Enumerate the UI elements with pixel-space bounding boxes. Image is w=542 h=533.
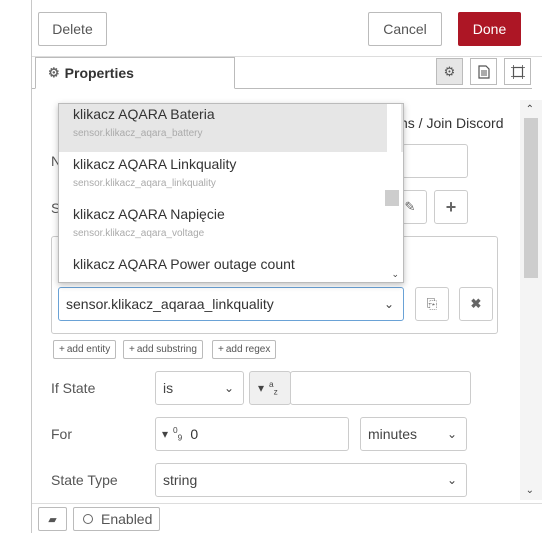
plus-icon: + [59,344,65,355]
circle-icon [83,514,93,524]
scroll-up-icon[interactable]: ⌃ [526,104,534,115]
for-type-toggle[interactable]: ▾ 09 [156,418,188,450]
tab-description[interactable] [470,58,497,85]
entity-autocomplete-dropdown[interactable]: klikacz AQARA Bateria sensor.klikacz_aqa… [58,103,404,283]
entity-id: sensor.klikacz_aqara_linkquality [73,178,216,189]
list-item[interactable]: klikacz AQARA Linkquality sensor.klikacz… [59,152,403,202]
if-state-type-toggle[interactable]: ▾ az [249,371,291,405]
delete-button[interactable]: Delete [38,12,107,46]
plus-icon: + [129,344,135,355]
scrollbar-thumb[interactable] [524,118,538,278]
for-label: For [51,426,72,442]
tab-properties[interactable]: ⚙ Properties [35,57,235,89]
entity-name: klikacz AQARA Bateria [73,106,215,122]
state-type-label: State Type [51,472,118,488]
chevron-down-icon: ⌄ [383,297,394,311]
tab-settings-gear[interactable]: ⚙ [436,58,463,85]
entity-select[interactable]: sensor.klikacz_aqaraa_linkquality ⌄ [58,287,404,321]
add-entity-button[interactable]: + add entity [53,340,117,359]
for-unit-select[interactable]: minutes ⌄ [360,417,467,451]
scroll-down-icon[interactable]: ⌄ [526,485,534,496]
add-server-button[interactable]: + [434,190,468,224]
for-unit-value: minutes [368,426,418,442]
tab-appearance[interactable] [504,58,531,85]
for-value: 0 [190,426,199,442]
add-substring-button[interactable]: + add substring [123,340,203,359]
pencil-icon: ✎ [404,199,416,214]
string-type-icon: az [269,379,278,397]
copy-icon: ⎘ [426,296,438,311]
state-type-value: string [163,472,198,488]
list-item[interactable]: klikacz AQARA Power outage count [59,252,403,282]
remove-entity-button[interactable]: ✖ [459,287,493,321]
chevron-down-icon: ⌄ [446,473,457,487]
book-icon: ▰ [48,513,57,526]
entity-value: sensor.klikacz_aqaraa_linkquality [66,296,274,312]
caret-down-icon: ▾ [162,427,169,441]
enabled-toggle[interactable]: Enabled [73,507,160,531]
frame-icon [510,64,525,79]
tab-properties-label: Properties [64,65,134,81]
close-icon: ✖ [470,296,482,311]
list-item[interactable]: klikacz AQARA Napięcie sensor.klikacz_aq… [59,202,403,252]
entity-name: klikacz AQARA Napięcie [73,206,225,222]
entity-name: klikacz AQARA Linkquality [73,156,237,172]
entity-name: klikacz AQARA Power outage count [73,256,295,272]
copy-entity-button[interactable]: ⎘ [415,287,449,321]
cancel-button[interactable]: Cancel [368,12,442,46]
add-regex-button[interactable]: + add regex [212,340,277,359]
dropdown-scrollbar-thumb[interactable] [385,190,399,206]
entity-id: sensor.klikacz_aqara_battery [73,128,203,139]
plus-icon: + [445,196,457,217]
state-type-select[interactable]: string ⌄ [155,463,467,497]
document-icon [477,64,490,79]
name-input[interactable] [402,144,468,178]
done-button[interactable]: Done [458,12,521,46]
chevron-down-icon: ⌄ [223,381,234,395]
footer-divider [32,503,542,504]
if-state-label: If State [51,380,96,396]
plus-icon: + [218,344,224,355]
if-state-value-input[interactable] [290,371,471,405]
node-help-button[interactable]: ▰ [38,507,67,531]
caret-down-icon: ▾ [258,381,265,395]
gear-icon: ⚙ [48,65,60,80]
enabled-label: Enabled [101,511,153,527]
chevron-down-icon: ⌄ [446,427,457,441]
list-item[interactable]: klikacz AQARA Bateria sensor.klikacz_aqa… [59,104,403,152]
if-state-operator-value: is [163,380,174,396]
panel-scrollbar[interactable]: ⌃ ⌄ [520,100,542,500]
if-state-operator-select[interactable]: is ⌄ [155,371,244,405]
gear-icon: ⚙ [443,63,456,79]
number-type-icon: 09 [173,425,183,443]
entity-id: sensor.klikacz_aqara_voltage [73,228,205,239]
help-link[interactable]: ns / Join Discord [400,115,503,131]
for-input[interactable]: ▾ 09 0 [155,417,349,451]
scroll-down-icon[interactable]: ⌄ [391,269,399,280]
